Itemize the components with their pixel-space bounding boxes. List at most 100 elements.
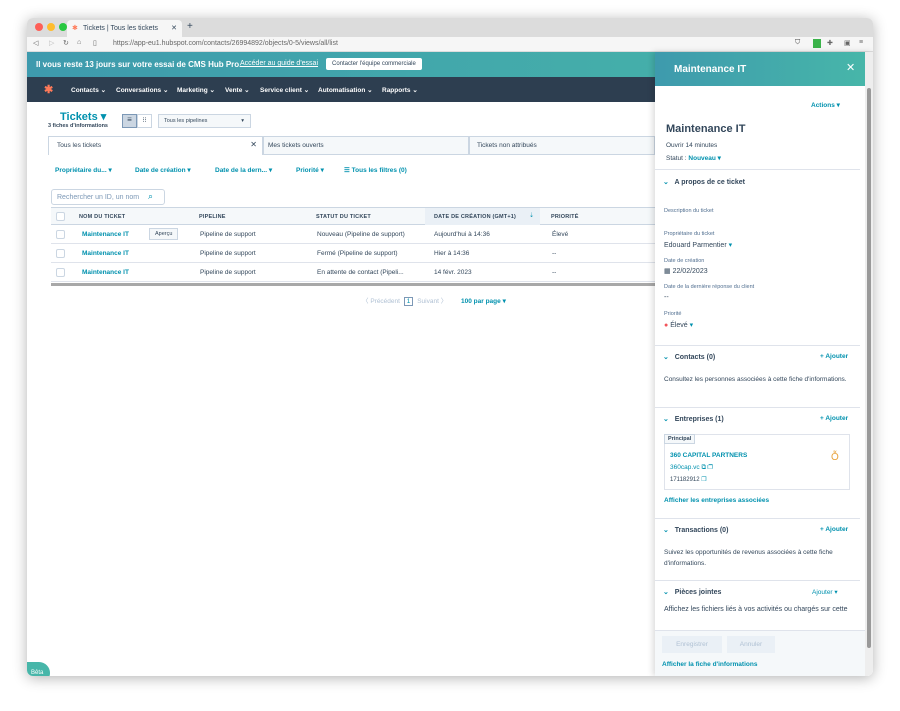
all-filters-button[interactable]: ☰ Tous les filtres (0) xyxy=(344,166,407,174)
sort-desc-icon[interactable]: ⇣ xyxy=(529,212,534,219)
company-domain-link[interactable]: 360cap.vc ⧉ ❐ xyxy=(670,464,713,472)
table-row[interactable]: Maintenance IT Aperçu Pipeline de suppor… xyxy=(51,225,655,244)
filter-last-date[interactable]: Date de la dern... ▾ xyxy=(215,166,272,174)
nav-marketing[interactable]: Marketing ⌄ xyxy=(177,86,215,94)
panel-header: Maintenance IT ✕ xyxy=(655,52,865,86)
company-phone: 171182912 ❐ xyxy=(670,477,707,483)
list-view-button[interactable]: ≡ xyxy=(122,114,137,128)
address-bar-row: ◁ ▷ ↻ ⌂ ▯ https://app-eu1.hubspot.com/co… xyxy=(27,37,873,52)
col-status[interactable]: STATUT DU TICKET xyxy=(316,214,371,220)
reload-icon[interactable]: ↻ xyxy=(63,39,69,47)
about-toggle[interactable]: ⌄ A propos de ce ticket xyxy=(663,178,745,186)
minimize-window-button[interactable] xyxy=(47,23,55,31)
nav-contacts[interactable]: Contacts ⌄ xyxy=(71,86,106,94)
contact-sales-button[interactable]: Contacter l'équipe commerciale xyxy=(326,58,422,70)
table-row[interactable]: Maintenance IT Pipeline de support En at… xyxy=(51,263,655,282)
extension-icon[interactable] xyxy=(813,39,821,48)
desc-label: Description du ticket xyxy=(664,208,714,214)
select-all-checkbox[interactable] xyxy=(56,212,65,221)
attachments-toggle[interactable]: ⌄ Pièces jointes xyxy=(663,588,721,596)
priority-cell: Élevé xyxy=(552,231,569,238)
panel-scrollbar[interactable] xyxy=(865,52,873,676)
preview-button[interactable]: Aperçu xyxy=(149,228,179,240)
nav-rapports[interactable]: Rapports ⌄ xyxy=(382,86,418,94)
filter-priority[interactable]: Priorité ▾ xyxy=(296,166,324,174)
view-tab-all[interactable]: Tous les tickets ✕ xyxy=(48,136,263,155)
owner-dropdown[interactable]: Edouard Parmentier ▾ xyxy=(664,241,732,249)
ticket-title: Maintenance IT xyxy=(666,123,746,135)
add-company-button[interactable]: + Ajouter xyxy=(820,415,848,422)
page-1-button[interactable]: 1 xyxy=(403,297,414,306)
add-attachment-dropdown[interactable]: Ajouter ▾ xyxy=(812,588,838,596)
bookmark-icon[interactable]: ▯ xyxy=(93,39,97,47)
medal-icon: Ỗ xyxy=(831,452,839,463)
actions-dropdown[interactable]: Actions ▾ xyxy=(811,101,840,109)
cancel-button[interactable]: Annuler xyxy=(727,636,775,653)
close-panel-icon[interactable]: ✕ xyxy=(846,61,855,74)
row-checkbox[interactable] xyxy=(56,268,65,277)
table-row[interactable]: Maintenance IT Pipeline de support Fermé… xyxy=(51,244,655,263)
view-record-link[interactable]: Afficher la fiche d'informations xyxy=(662,661,757,668)
trial-text: Il vous reste 13 jours sur votre essai d… xyxy=(36,60,242,69)
status-dropdown[interactable]: Nouveau ▾ xyxy=(688,155,721,162)
save-button[interactable]: Enregistrer xyxy=(662,636,722,653)
filter-created[interactable]: Date de création ▾ xyxy=(135,166,191,174)
nav-service-client[interactable]: Service client ⌄ xyxy=(260,86,309,94)
copy-icon[interactable]: ❐ xyxy=(701,477,706,483)
horizontal-scrollbar[interactable] xyxy=(51,283,655,286)
extensions-icon[interactable]: ✚ xyxy=(827,39,833,47)
object-title-dropdown[interactable]: Tickets ▾ xyxy=(60,110,106,123)
url-field[interactable]: https://app-eu1.hubspot.com/contacts/269… xyxy=(113,40,338,47)
col-pipeline[interactable]: PIPELINE xyxy=(199,214,226,220)
col-priority[interactable]: PRIORITÉ xyxy=(551,214,579,220)
browser-tab-bar: ✱ Tickets | Tous les tickets ✕ + xyxy=(27,18,873,37)
pipeline-select[interactable]: Tous les pipelines ▾ xyxy=(158,114,251,128)
back-icon[interactable]: ◁ xyxy=(33,39,38,47)
company-name-link[interactable]: 360 CAPITAL PARTNERS xyxy=(670,452,747,459)
add-contact-button[interactable]: + Ajouter xyxy=(820,353,848,360)
filter-owner[interactable]: Propriétaire du... ▾ xyxy=(55,166,112,174)
created-field[interactable]: ▦ 22/02/2023 xyxy=(664,267,708,275)
trial-guide-link[interactable]: Accéder au guide d'essai xyxy=(240,60,318,67)
ticket-name-link[interactable]: Maintenance IT xyxy=(82,250,129,257)
sidebar-icon[interactable]: ▣ xyxy=(844,39,851,47)
search-icon[interactable]: ⌕ xyxy=(148,191,153,202)
row-checkbox[interactable] xyxy=(56,249,65,258)
ticket-name-link[interactable]: Maintenance IT xyxy=(82,231,129,238)
ticket-name-link[interactable]: Maintenance IT xyxy=(82,269,129,276)
view-tab-unassigned[interactable]: Tickets non attribués xyxy=(469,136,655,155)
ticket-preview-panel: Maintenance IT ✕ Actions ▾ Maintenance I… xyxy=(655,52,873,676)
hubspot-favicon-icon: ✱ xyxy=(72,25,78,32)
prev-page-button[interactable]: 〈 Précédent xyxy=(362,298,400,305)
close-tab-icon[interactable]: ✕ xyxy=(171,20,177,37)
nav-vente[interactable]: Vente ⌄ xyxy=(225,86,250,94)
priority-dropdown[interactable]: ● Élevé ▾ xyxy=(664,321,693,329)
brave-shield-icon[interactable]: ⛉ xyxy=(795,39,800,47)
beta-button[interactable]: Bêta xyxy=(27,662,50,676)
close-window-button[interactable] xyxy=(35,23,43,31)
new-tab-button[interactable]: + xyxy=(187,21,193,32)
forward-icon[interactable]: ▷ xyxy=(49,39,54,47)
home-icon[interactable]: ⌂ xyxy=(77,39,81,46)
contacts-toggle[interactable]: ⌄ Contacts (0) xyxy=(663,353,715,361)
nav-automatisation[interactable]: Automatisation ⌄ xyxy=(318,86,373,94)
browser-tab[interactable]: ✱ Tickets | Tous les tickets ✕ xyxy=(67,20,182,37)
view-companies-link[interactable]: Afficher les entreprises associées xyxy=(664,497,769,504)
per-page-select[interactable]: 100 par page ▾ xyxy=(461,298,506,305)
menu-icon[interactable]: ≡ xyxy=(859,39,863,46)
close-view-icon[interactable]: ✕ xyxy=(250,140,257,149)
deals-toggle[interactable]: ⌄ Transactions (0) xyxy=(663,526,728,534)
attachments-text: Affichez les fichiers liés à vos activit… xyxy=(664,606,848,613)
col-ticket-name[interactable]: NOM DU TICKET xyxy=(79,214,125,220)
next-page-button[interactable]: Suivant 〉 xyxy=(417,298,447,305)
maximize-window-button[interactable] xyxy=(59,23,67,31)
col-created[interactable]: DATE DE CRÉATION (GMT+1) xyxy=(434,214,516,220)
nav-conversations[interactable]: Conversations ⌄ xyxy=(116,86,168,94)
open-duration: Ouvrir 14 minutes xyxy=(666,142,718,149)
row-checkbox[interactable] xyxy=(56,230,65,239)
add-deal-button[interactable]: + Ajouter xyxy=(820,526,848,533)
view-tab-my-open[interactable]: Mes tickets ouverts xyxy=(263,136,469,155)
companies-toggle[interactable]: ⌄ Entreprises (1) xyxy=(663,415,724,423)
board-view-button[interactable]: ⁝⁝ xyxy=(137,114,152,128)
hubspot-logo-icon[interactable]: ✱ xyxy=(44,83,53,96)
